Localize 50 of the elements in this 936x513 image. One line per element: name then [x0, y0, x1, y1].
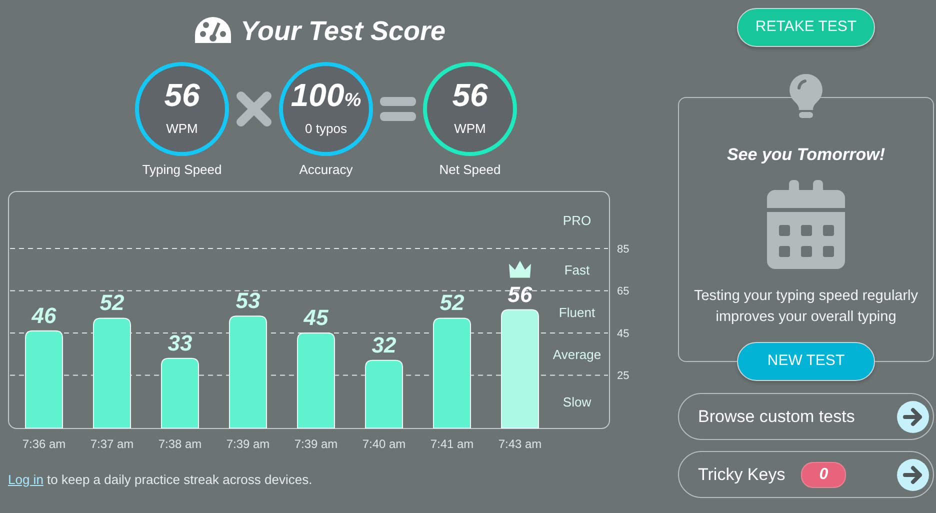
login-link[interactable]: Log in — [8, 472, 44, 486]
count-badge: 0 — [801, 462, 846, 488]
score-unit: WPM — [454, 120, 486, 138]
bar-value: 45 — [304, 304, 328, 330]
page-title: Your Test Score — [240, 14, 446, 48]
score-label: Typing Speed — [141, 161, 223, 179]
tip-text: Testing your typing speed regularly improves your overall typing — [692, 286, 920, 326]
zone-label: Fast — [564, 262, 590, 278]
axis-label: 7:40 am — [362, 436, 406, 450]
axis-label: 7:38 am — [158, 436, 202, 450]
tip-heading: See you Tomorrow! — [726, 144, 886, 166]
link-item[interactable]: Browse custom tests — [678, 393, 934, 440]
bar-value: 56 — [508, 281, 532, 306]
calendar-icon — [767, 180, 845, 268]
link-label: Browse custom tests — [698, 406, 855, 428]
zone-label: Average — [552, 346, 602, 362]
axis-label: 7:39 am — [226, 436, 270, 450]
tick-label: 25 — [617, 370, 630, 382]
axis-label: 7:43 am — [498, 436, 542, 450]
gauge-icon — [194, 16, 232, 46]
score-label: Net Speed — [438, 161, 502, 179]
axis-label: 7:37 am — [90, 436, 134, 450]
bar-value: 46 — [32, 302, 56, 328]
zone-label: PRO — [562, 212, 592, 228]
score-value: 56 — [452, 79, 488, 112]
tick-label: 65 — [617, 285, 630, 298]
axis-label: 7:36 am — [22, 436, 66, 450]
multiply-icon — [236, 91, 272, 127]
bar-value: 53 — [236, 288, 260, 313]
link-label: Tricky Keys — [698, 464, 786, 486]
new-test-button[interactable]: NEW TEST — [737, 342, 875, 381]
bar-value: 32 — [372, 332, 396, 357]
retake-button[interactable]: RETAKE TEST — [737, 8, 875, 47]
login-note: Log in to keep a daily practice streak across devices. — [8, 470, 314, 489]
score-unit: WPM — [166, 120, 198, 138]
zone-label: Slow — [562, 394, 592, 410]
tick-label: 45 — [617, 327, 630, 340]
bar-value: 52 — [440, 290, 464, 315]
axis-label: 7:41 am — [430, 436, 474, 450]
bar-value: 52 — [100, 290, 124, 315]
score-value: 100% — [290, 79, 362, 112]
score-label: Accuracy — [298, 161, 354, 179]
link-item[interactable]: Tricky Keys 0 — [678, 451, 934, 498]
bar-value: 33 — [168, 330, 192, 355]
score-value: 56 — [164, 79, 200, 112]
tick-label: 85 — [617, 243, 630, 256]
crown-icon — [509, 260, 531, 278]
zone-label: Fluent — [558, 304, 596, 320]
axis-label: 7:39 am — [294, 436, 338, 450]
score-unit: 0 typos — [305, 120, 347, 138]
